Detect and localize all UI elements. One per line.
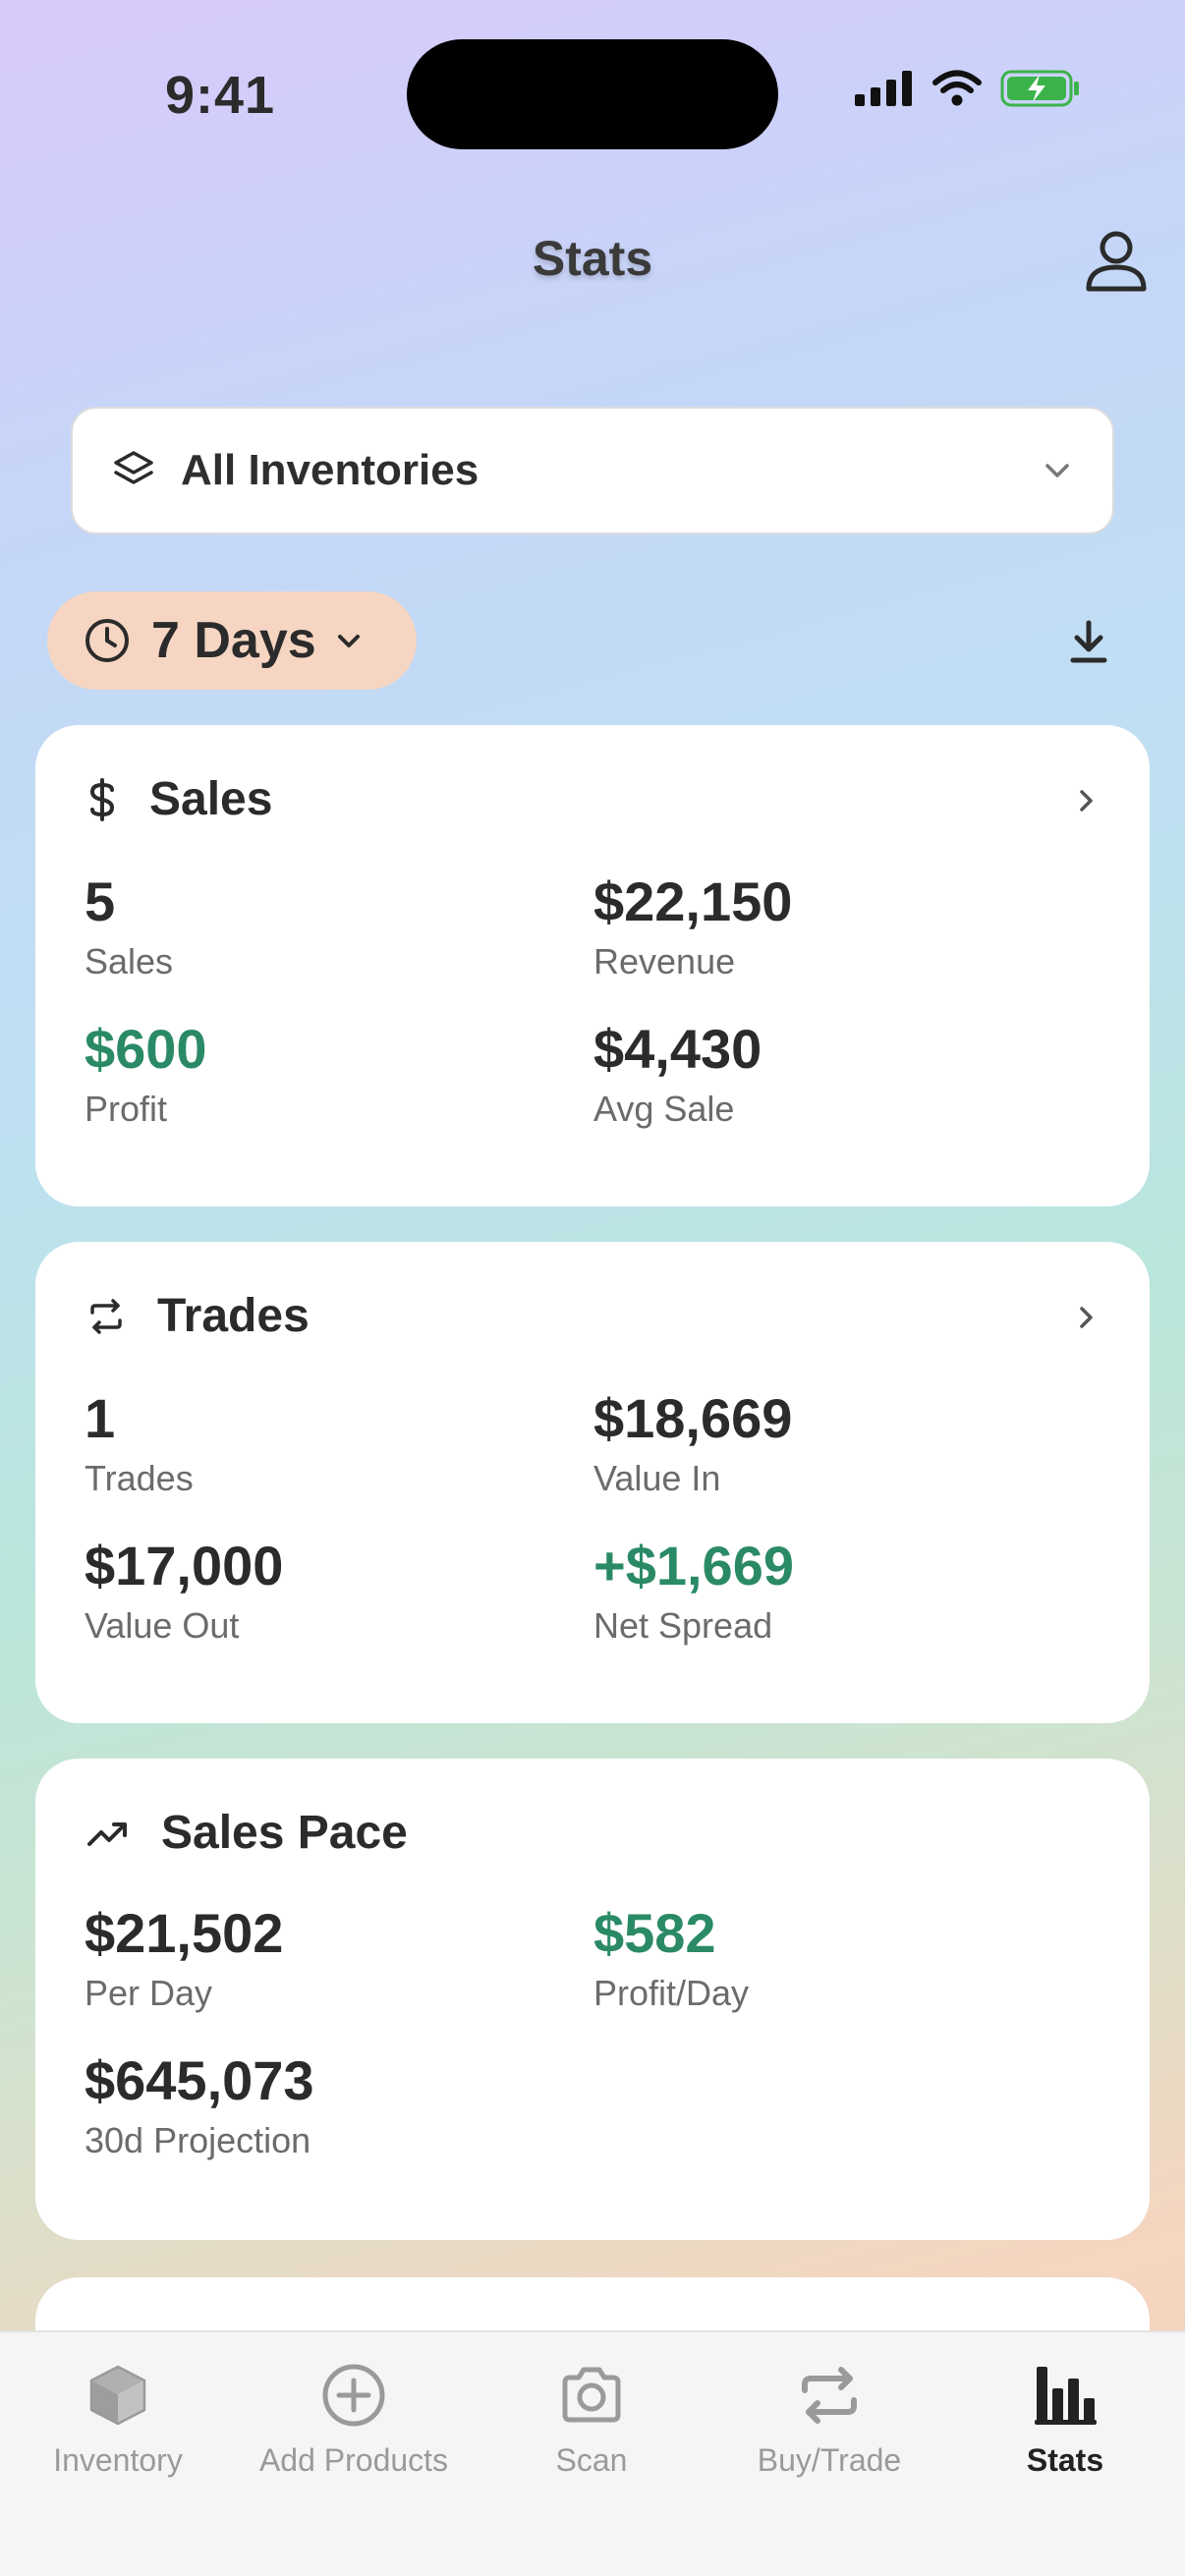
metric-value: $4,430: [593, 1018, 762, 1080]
metric-value-out: $17,000 Value Out: [85, 1539, 283, 1647]
clock-icon: [85, 619, 129, 662]
sales-pace-card: Sales Pace $21,502 Per Day $582 Profit/D…: [35, 1759, 1150, 2240]
metric-value: 1: [85, 1387, 116, 1449]
tab-bar: Inventory Add Products Scan Buy/Trade St…: [0, 2330, 1185, 2576]
metric-caption: Profit/Day: [593, 1973, 750, 2013]
inventory-selector[interactable]: All Inventories: [71, 407, 1114, 534]
tab-label: Inventory: [53, 2442, 183, 2478]
metric-caption: Revenue: [593, 941, 736, 981]
metric-30d-projection: $645,073 30d Projection: [85, 2053, 314, 2161]
trending-up-icon: [87, 1821, 127, 1846]
metric-profit-per-day: $582 Profit/Day: [593, 1906, 749, 2014]
metric-per-day: $21,502 Per Day: [85, 1906, 283, 2014]
chevron-right-icon: [1080, 790, 1093, 812]
tab-label: Add Products: [258, 2442, 449, 2478]
wifi-icon: [932, 70, 982, 106]
tab-label: Scan: [555, 2442, 628, 2478]
cellular-signal-icon: [855, 71, 912, 106]
metric-value: +$1,669: [593, 1535, 794, 1596]
user-icon: [1086, 231, 1147, 292]
plus-circle-icon: [236, 2358, 472, 2433]
metric-value-in: $18,669 Value In: [593, 1391, 792, 1499]
tab-label: Stats: [1026, 2442, 1104, 2478]
metric-caption: Trades: [85, 1458, 194, 1498]
date-range-label: 7 Days: [151, 612, 316, 669]
page-title: Stats: [532, 231, 653, 286]
metric-caption: Value In: [593, 1458, 721, 1498]
battery-charging-icon: [1000, 70, 1079, 107]
chevron-right-icon: [1080, 1307, 1093, 1328]
tab-buy-trade[interactable]: Buy/Trade: [711, 2358, 947, 2479]
inventory-selector-label: All Inventories: [181, 446, 480, 494]
status-bar: 9:41: [0, 0, 1185, 196]
metric-caption: 30d Projection: [85, 2120, 311, 2160]
sales-pace-card-header: Sales Pace: [86, 1806, 408, 1860]
metric-value: $17,000: [85, 1535, 284, 1596]
box-icon: [0, 2358, 236, 2433]
metric-caption: Avg Sale: [593, 1089, 735, 1129]
tab-stats[interactable]: Stats: [947, 2358, 1183, 2479]
metric-sales-count: 5 Sales: [85, 874, 173, 982]
metric-caption: Per Day: [85, 1973, 213, 2013]
metric-profit: $600 Profit: [85, 1022, 207, 1130]
tab-add-products[interactable]: Add Products: [236, 2358, 472, 2479]
sales-pace-card-title: Sales Pace: [161, 1807, 408, 1859]
trades-card-title: Trades: [157, 1290, 310, 1342]
metric-value: $645,073: [85, 2049, 314, 2111]
status-time: 9:41: [165, 66, 276, 125]
dynamic-island: [407, 39, 778, 149]
repeat-icon: [711, 2358, 947, 2433]
download-icon: [1070, 620, 1107, 663]
repeat-icon: [90, 1298, 122, 1334]
chevron-down-icon: [1045, 464, 1069, 477]
trades-card-header: Trades: [86, 1289, 310, 1343]
metric-value: $22,150: [593, 870, 793, 932]
tab-inventory[interactable]: Inventory: [0, 2358, 236, 2479]
sales-card[interactable]: Sales 5 Sales $22,150 Revenue $600 Profi…: [35, 725, 1150, 1206]
layers-icon: [114, 451, 153, 484]
bar-chart-icon: [947, 2358, 1183, 2433]
metric-net-spread: +$1,669 Net Spread: [593, 1539, 794, 1647]
camera-icon: [474, 2358, 709, 2433]
date-range-selector[interactable]: 7 Days: [47, 591, 417, 690]
metric-value: 5: [85, 870, 116, 932]
metric-value: $18,669: [593, 1387, 793, 1449]
metric-value: $582: [593, 1902, 716, 1964]
metric-revenue: $22,150 Revenue: [593, 874, 792, 982]
metric-value: $600: [85, 1018, 207, 1080]
metric-caption: Sales: [85, 941, 174, 981]
trades-card[interactable]: Trades 1 Trades $18,669 Value In $17,000…: [35, 1242, 1150, 1723]
metric-caption: Profit: [85, 1089, 168, 1129]
dollar-icon: [89, 777, 115, 821]
metric-caption: Net Spread: [593, 1605, 773, 1646]
metric-trades-count: 1 Trades: [85, 1391, 194, 1499]
chevron-down-icon: [337, 635, 360, 647]
status-icons: [855, 69, 1081, 108]
export-button[interactable]: [1042, 595, 1136, 690]
sales-card-title: Sales: [149, 773, 273, 825]
profile-button[interactable]: [1077, 222, 1156, 301]
metric-avg-sale: $4,430 Avg Sale: [593, 1022, 762, 1130]
metric-caption: Value Out: [85, 1605, 240, 1646]
tab-scan[interactable]: Scan: [474, 2358, 709, 2479]
sales-card-header: Sales: [86, 772, 272, 826]
tab-label: Buy/Trade: [757, 2442, 902, 2478]
metric-value: $21,502: [85, 1902, 284, 1964]
